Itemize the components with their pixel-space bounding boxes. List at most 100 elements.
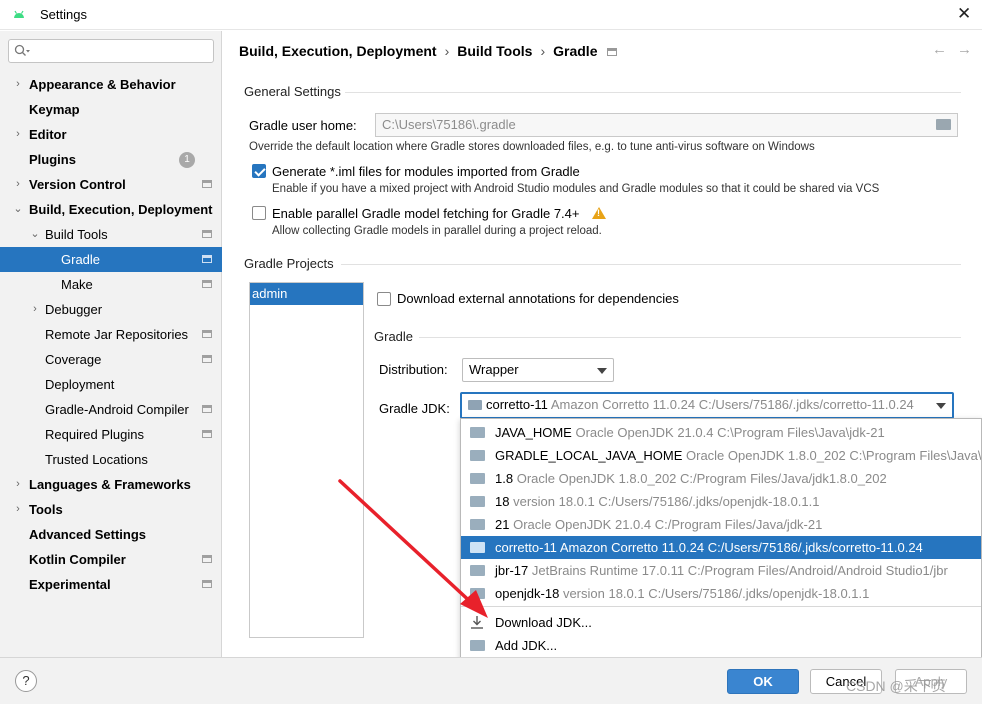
generate-iml-hint: Enable if you have a mixed project with …: [272, 183, 880, 195]
window-title: Settings: [40, 7, 87, 22]
chevron-right-icon[interactable]: ›: [13, 122, 23, 147]
jdk-option-name: openjdk-18: [495, 586, 560, 601]
project-settings-icon: [202, 555, 212, 563]
chevron-right-icon[interactable]: ›: [13, 72, 23, 97]
project-settings-icon: [202, 280, 212, 288]
jdk-option[interactable]: 18 version 18.0.1 C:/Users/75186/.jdks/o…: [461, 490, 981, 513]
jdk-option[interactable]: 21 Oracle OpenJDK 21.0.4 C:/Program File…: [461, 513, 981, 536]
search-input[interactable]: [8, 39, 214, 63]
gradle-jdk-value-name: corretto-11: [486, 397, 548, 412]
sidebar-item-label: Advanced Settings: [29, 527, 147, 542]
jdk-option[interactable]: jbr-17 JetBrains Runtime 17.0.11 C:/Prog…: [461, 559, 981, 582]
jdk-option-selected[interactable]: corretto-11 Amazon Corretto 11.0.24 C:/U…: [461, 536, 981, 559]
sidebar-item-experimental[interactable]: Experimental: [0, 572, 222, 597]
sidebar-item-label: Kotlin Compiler: [29, 552, 126, 567]
project-settings-icon: [202, 430, 212, 438]
project-settings-icon: [202, 230, 212, 238]
chevron-down-icon[interactable]: ⌄: [13, 197, 23, 222]
sidebar-item-label: Trusted Locations: [45, 452, 148, 467]
download-jdk-label: Download JDK...: [495, 615, 592, 630]
forward-arrow-icon[interactable]: →: [957, 41, 982, 58]
gradle-user-home-value: C:\Users\75186\.gradle: [382, 117, 516, 132]
chevron-down-icon: [936, 403, 946, 409]
close-icon[interactable]: ✕: [957, 5, 971, 23]
sidebar-item-debugger[interactable]: › Debugger: [0, 297, 222, 322]
gradle-jdk-dropdown: JAVA_HOME Oracle OpenJDK 21.0.4 C:\Progr…: [460, 418, 982, 659]
sidebar-item-keymap[interactable]: Keymap: [0, 97, 222, 122]
chevron-right-icon[interactable]: ›: [13, 472, 23, 497]
sidebar-item-tools[interactable]: › Tools: [0, 497, 222, 522]
jdk-option-detail: Oracle OpenJDK 21.0.4 C:\Program Files\J…: [575, 425, 885, 440]
sidebar-item-deployment[interactable]: Deployment: [0, 372, 222, 397]
jdk-option-detail: Amazon Corretto 11.0.24 C:/Users/75186/.…: [559, 540, 923, 555]
sidebar-item-advanced-settings[interactable]: Advanced Settings: [0, 522, 222, 547]
ok-button[interactable]: OK: [727, 669, 799, 694]
distribution-label: Distribution:: [379, 362, 448, 377]
chevron-right-icon[interactable]: ›: [30, 297, 40, 322]
jdk-option-name: 18: [495, 494, 510, 509]
sidebar-item-make[interactable]: Make: [0, 272, 222, 297]
jdk-option-detail: Oracle OpenJDK 1.8.0_202 C:\Program File…: [686, 448, 981, 463]
add-jdk-option[interactable]: Add JDK...: [461, 634, 981, 657]
parallel-fetching-checkbox[interactable]: [252, 206, 266, 220]
gradle-jdk-select[interactable]: corretto-11 Amazon Corretto 11.0.24 C:/U…: [460, 392, 954, 419]
download-annotations-label[interactable]: Download external annotations for depend…: [397, 291, 679, 306]
sidebar-item-build-execution-deployment[interactable]: ⌄ Build, Execution, Deployment: [0, 197, 222, 222]
sidebar-item-coverage[interactable]: Coverage: [0, 347, 222, 372]
sidebar-item-label: Appearance & Behavior: [29, 77, 176, 92]
sidebar-item-label: Deployment: [45, 377, 115, 392]
jdk-folder-icon: [468, 399, 482, 410]
sidebar-item-required-plugins[interactable]: Required Plugins: [0, 422, 222, 447]
sidebar-item-languages-frameworks[interactable]: › Languages & Frameworks: [0, 472, 222, 497]
folder-icon[interactable]: [936, 119, 951, 130]
gradle-section-title: Gradle: [374, 329, 414, 344]
breadcrumb-separator: ›: [540, 43, 546, 59]
jdk-option[interactable]: GRADLE_LOCAL_JAVA_HOME Oracle OpenJDK 1.…: [461, 444, 981, 467]
list-item[interactable]: admin: [250, 283, 363, 305]
sidebar-item-editor[interactable]: › Editor: [0, 122, 222, 147]
chevron-right-icon[interactable]: ›: [13, 172, 23, 197]
sidebar-item-gradle-android-compiler[interactable]: Gradle-Android Compiler: [0, 397, 222, 422]
jdk-option[interactable]: JAVA_HOME Oracle OpenJDK 21.0.4 C:\Progr…: [461, 421, 981, 444]
sidebar-item-version-control[interactable]: › Version Control: [0, 172, 222, 197]
sidebar-item-appearance-behavior[interactable]: › Appearance & Behavior: [0, 72, 222, 97]
gradle-projects-list[interactable]: admin: [249, 282, 364, 638]
gradle-jdk-value-detail: Amazon Corretto 11.0.24 C:/Users/75186/.…: [550, 397, 914, 412]
sidebar-item-trusted-locations[interactable]: Trusted Locations: [0, 447, 222, 472]
breadcrumb-build-execution-deployment[interactable]: Build, Execution, Deployment: [239, 43, 437, 59]
distribution-select[interactable]: Wrapper: [462, 358, 614, 382]
back-arrow-icon[interactable]: ←: [932, 41, 957, 58]
sidebar-item-plugins[interactable]: Plugins 1: [0, 147, 222, 172]
generate-iml-checkbox[interactable]: [252, 164, 266, 178]
jdk-folder-icon: [470, 450, 485, 461]
general-settings-title: General Settings: [244, 84, 341, 99]
jdk-option-detail: version 18.0.1 C:/Users/75186/.jdks/open…: [562, 586, 870, 601]
generate-iml-label[interactable]: Generate *.iml files for modules importe…: [272, 164, 580, 179]
breadcrumb-build-tools[interactable]: Build Tools: [457, 43, 532, 59]
add-jdk-label: Add JDK...: [495, 638, 558, 653]
separator: [345, 92, 961, 93]
android-studio-icon: [14, 10, 24, 18]
download-jdk-option[interactable]: Download JDK...: [461, 611, 981, 634]
separator: [341, 264, 961, 265]
sidebar-item-gradle[interactable]: Gradle: [0, 247, 222, 272]
help-button[interactable]: ?: [15, 670, 37, 692]
jdk-option[interactable]: 1.8 Oracle OpenJDK 1.8.0_202 C:/Program …: [461, 467, 981, 490]
sidebar-item-build-tools[interactable]: ⌄ Build Tools: [0, 222, 222, 247]
jdk-option[interactable]: openjdk-18 version 18.0.1 C:/Users/75186…: [461, 582, 981, 605]
settings-sidebar: › Appearance & Behavior Keymap › Editor …: [0, 31, 222, 657]
download-annotations-checkbox[interactable]: [377, 292, 391, 306]
sidebar-item-kotlin-compiler[interactable]: Kotlin Compiler: [0, 547, 222, 572]
parallel-fetching-label[interactable]: Enable parallel Gradle model fetching fo…: [272, 206, 580, 221]
sidebar-item-remote-jar-repositories[interactable]: Remote Jar Repositories: [0, 322, 222, 347]
jdk-option-name: GRADLE_LOCAL_JAVA_HOME: [495, 448, 683, 463]
sidebar-item-label: Languages & Frameworks: [29, 477, 191, 492]
project-settings-icon: [202, 580, 212, 588]
chevron-down-icon[interactable]: ⌄: [30, 222, 40, 247]
jdk-option-detail: Oracle OpenJDK 21.0.4 C:/Program Files/J…: [513, 517, 823, 532]
breadcrumb-separator: ›: [444, 43, 450, 59]
gradle-user-home-field[interactable]: C:\Users\75186\.gradle: [375, 113, 958, 137]
chevron-right-icon[interactable]: ›: [13, 497, 23, 522]
jdk-folder-icon: [470, 640, 485, 651]
jdk-folder-icon: [470, 588, 485, 599]
